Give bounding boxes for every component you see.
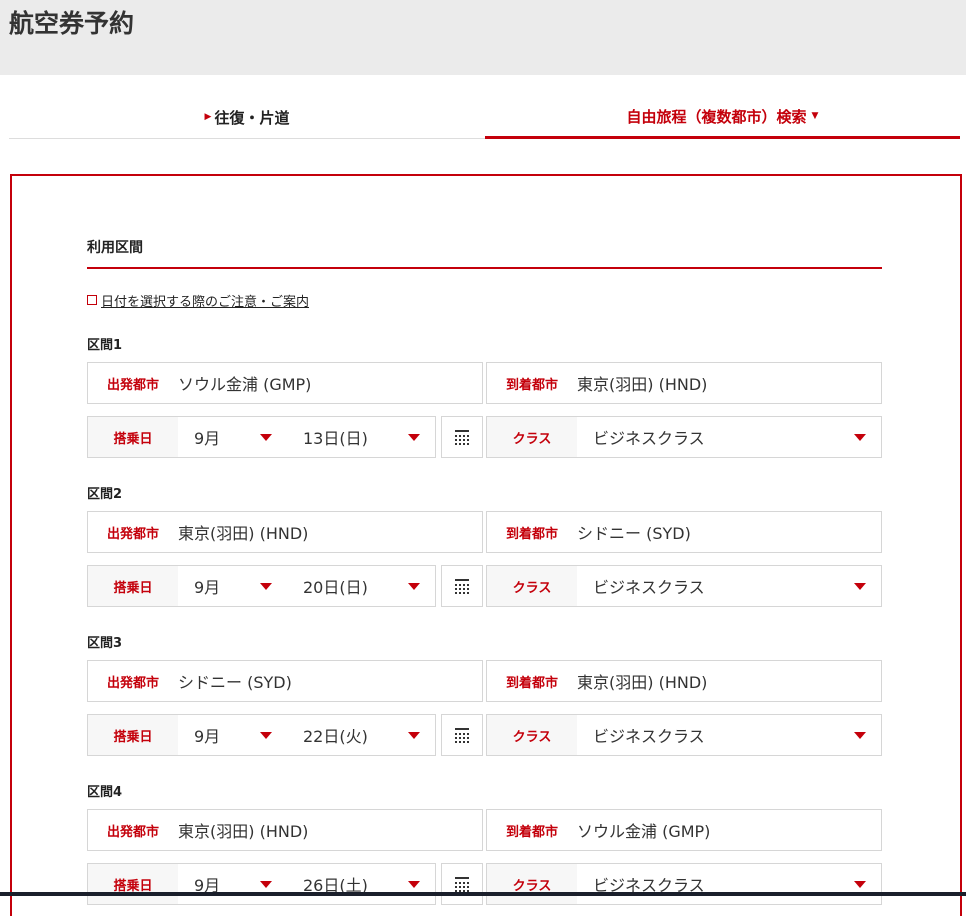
departure-city-field[interactable]: 出発都市 東京(羽田) (HND)	[87, 511, 483, 553]
segment-label: 区間1	[87, 338, 123, 353]
section-title: 利用区間	[87, 240, 143, 256]
cabin-class-label: クラス	[487, 566, 577, 606]
day-dropdown-icon[interactable]	[408, 583, 420, 590]
calendar-icon	[455, 877, 469, 892]
departure-city-label: 出発都市	[106, 675, 159, 691]
day-select[interactable]: 20日(日)	[303, 566, 403, 606]
departure-city-label: 出発都市	[106, 824, 159, 840]
date-notice-label: 日付を選択する際のご注意・ご案内	[101, 295, 310, 310]
boarding-date-label: 搭乗日	[88, 417, 178, 457]
departure-city-label: 出発都市	[106, 377, 159, 393]
cabin-class-value: ビジネスクラス	[593, 876, 705, 895]
cabin-class-label: クラス	[487, 715, 577, 755]
cabin-class-dropdown-icon	[854, 583, 866, 590]
arrival-city-label: 到着都市	[505, 675, 558, 691]
arrival-city-field[interactable]: 到着都市 シドニー (SYD)	[486, 511, 882, 553]
boarding-date-field: 搭乗日 9月 20日(日)	[87, 565, 436, 607]
arrival-city-label: 到着都市	[505, 526, 558, 542]
tab-multi-city-label: 自由旅程（複数都市）検索	[626, 107, 807, 126]
departure-city-field[interactable]: 出発都市 シドニー (SYD)	[87, 660, 483, 702]
arrival-city-label: 到着都市	[505, 824, 558, 840]
caret-down-icon: ▼	[811, 111, 819, 121]
boarding-date-label: 搭乗日	[88, 715, 178, 755]
cabin-class-value: ビジネスクラス	[593, 727, 705, 746]
month-dropdown-icon[interactable]	[260, 583, 272, 590]
calendar-button[interactable]	[441, 714, 483, 756]
departure-city-value: シドニー (SYD)	[178, 673, 292, 692]
section-divider	[87, 267, 882, 269]
departure-city-field[interactable]: 出発都市 ソウル金浦 (GMP)	[87, 362, 483, 404]
day-dropdown-icon[interactable]	[408, 732, 420, 739]
page-title: 航空券予約	[9, 9, 135, 38]
day-select[interactable]: 22日(火)	[303, 715, 403, 755]
segment-label: 区間2	[87, 487, 123, 502]
tab-multi-city[interactable]: 自由旅程（複数都市）検索 ▼	[485, 96, 960, 139]
departure-city-value: 東京(羽田) (HND)	[178, 524, 309, 543]
calendar-icon	[455, 430, 469, 445]
departure-city-field[interactable]: 出発都市 東京(羽田) (HND)	[87, 809, 483, 851]
date-notice-link[interactable]: 日付を選択する際のご注意・ご案内	[87, 291, 309, 310]
arrival-city-value: 東京(羽田) (HND)	[577, 673, 708, 692]
arrival-city-value: 東京(羽田) (HND)	[577, 375, 708, 394]
month-value: 9月	[194, 727, 221, 746]
calendar-icon	[455, 728, 469, 743]
departure-city-value: 東京(羽田) (HND)	[178, 822, 309, 841]
external-window-icon	[87, 294, 97, 305]
cabin-class-label: クラス	[487, 417, 577, 457]
arrival-city-field[interactable]: 到着都市 ソウル金浦 (GMP)	[486, 809, 882, 851]
month-value: 9月	[194, 429, 221, 448]
cabin-class-select[interactable]: クラス ビジネスクラス	[486, 863, 882, 905]
calendar-button[interactable]	[441, 416, 483, 458]
arrival-city-field[interactable]: 到着都市 東京(羽田) (HND)	[486, 660, 882, 702]
arrival-city-field[interactable]: 到着都市 東京(羽田) (HND)	[486, 362, 882, 404]
triangle-right-icon: ▶	[204, 112, 212, 122]
month-value: 9月	[194, 578, 221, 597]
day-dropdown-icon[interactable]	[408, 434, 420, 441]
segment-label: 区間4	[87, 785, 123, 800]
segment-label: 区間3	[87, 636, 123, 651]
boarding-date-field: 搭乗日 9月 22日(火)	[87, 714, 436, 756]
calendar-button[interactable]	[441, 565, 483, 607]
cabin-class-label: クラス	[487, 864, 577, 904]
tab-round-trip[interactable]: ▶ 往復・片道	[9, 96, 485, 139]
day-select[interactable]: 26日(土)	[303, 864, 403, 904]
boarding-date-label: 搭乗日	[88, 864, 178, 904]
cabin-class-dropdown-icon	[854, 732, 866, 739]
page-header: 航空券予約	[0, 0, 966, 75]
search-mode-tabs: ▶ 往復・片道 自由旅程（複数都市）検索 ▼	[9, 96, 960, 140]
month-dropdown-icon[interactable]	[260, 434, 272, 441]
taskbar-strip	[0, 892, 966, 896]
day-value: 13日(日)	[303, 429, 368, 448]
departure-city-value: ソウル金浦 (GMP)	[178, 375, 312, 394]
day-dropdown-icon[interactable]	[408, 881, 420, 888]
cabin-class-value: ビジネスクラス	[593, 578, 705, 597]
cabin-class-select[interactable]: クラス ビジネスクラス	[486, 714, 882, 756]
arrival-city-value: シドニー (SYD)	[577, 524, 691, 543]
day-value: 22日(火)	[303, 727, 368, 746]
departure-city-label: 出発都市	[106, 526, 159, 542]
boarding-date-label: 搭乗日	[88, 566, 178, 606]
boarding-date-field: 搭乗日 9月 26日(土)	[87, 863, 436, 905]
day-select[interactable]: 13日(日)	[303, 417, 403, 457]
day-value: 20日(日)	[303, 578, 368, 597]
month-dropdown-icon[interactable]	[260, 881, 272, 888]
cabin-class-select[interactable]: クラス ビジネスクラス	[486, 416, 882, 458]
cabin-class-value: ビジネスクラス	[593, 429, 705, 448]
boarding-date-field: 搭乗日 9月 13日(日)	[87, 416, 436, 458]
cabin-class-dropdown-icon	[854, 434, 866, 441]
arrival-city-label: 到着都市	[505, 377, 558, 393]
tab-round-trip-label: 往復・片道	[214, 108, 290, 127]
month-dropdown-icon[interactable]	[260, 732, 272, 739]
arrival-city-value: ソウル金浦 (GMP)	[577, 822, 711, 841]
calendar-button[interactable]	[441, 863, 483, 905]
calendar-icon	[455, 579, 469, 594]
cabin-class-dropdown-icon	[854, 881, 866, 888]
cabin-class-select[interactable]: クラス ビジネスクラス	[486, 565, 882, 607]
